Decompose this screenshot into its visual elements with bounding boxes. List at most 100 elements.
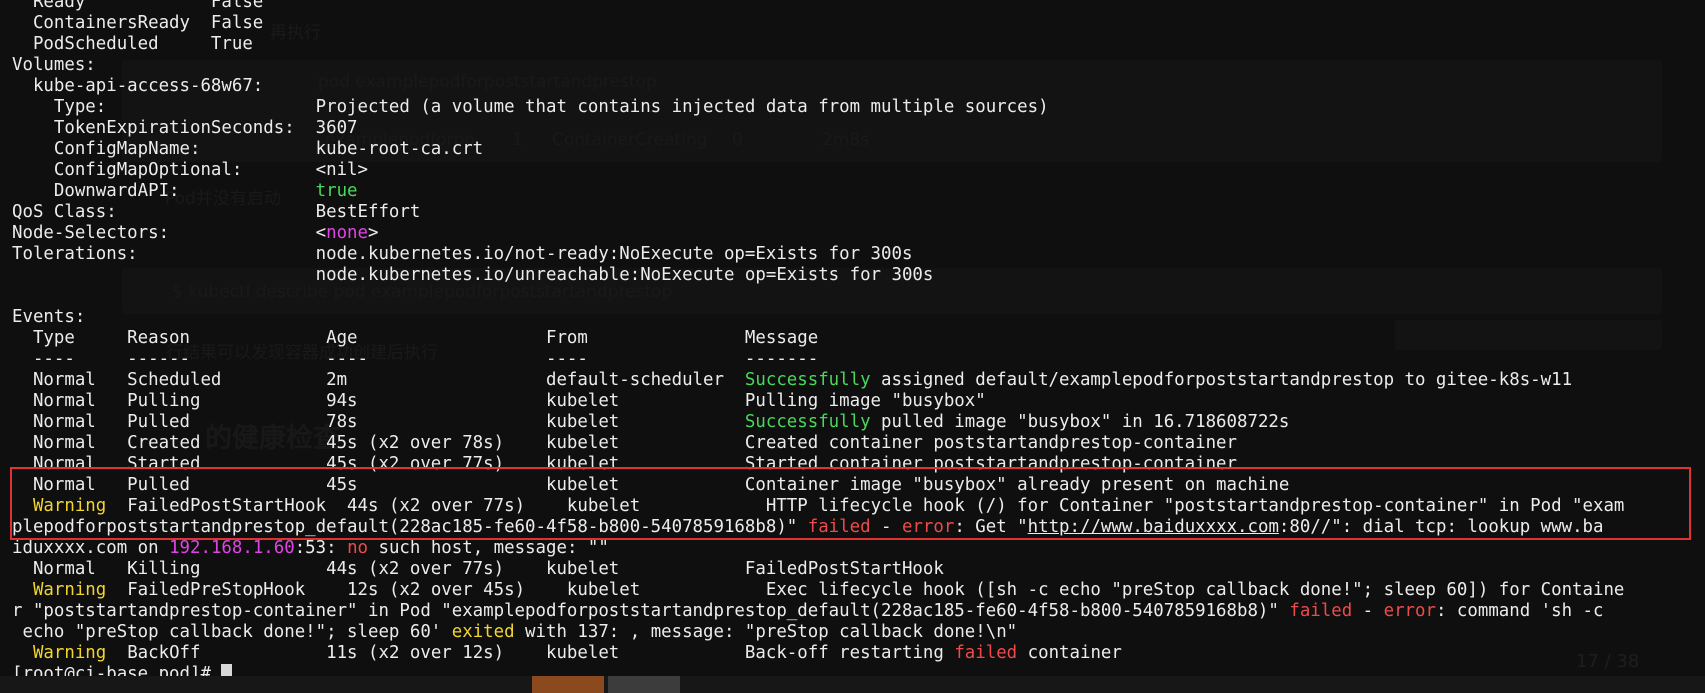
terminal-line: [root@ci-base pod]# bbox=[12, 664, 1624, 676]
terminal-text: Warning bbox=[32, 643, 107, 663]
terminal-text: ConfigMapName: kube-root-ca.crt bbox=[12, 139, 484, 159]
terminal-output: Ready False ContainersReady False PodSch… bbox=[12, 0, 1624, 676]
terminal-text: ContainersReady False bbox=[12, 13, 264, 33]
terminal-text: Type: Projected (a volume that contains … bbox=[12, 97, 1049, 117]
terminal-line: Normal Scheduled 2m default-scheduler Su… bbox=[12, 370, 1624, 391]
terminal-line: r "poststartandprestop-container" in Pod… bbox=[12, 601, 1624, 622]
terminal-text: Normal Pulled 78s kubelet bbox=[12, 412, 745, 432]
terminal-line: echo "preStop callback done!"; sleep 60'… bbox=[12, 622, 1624, 643]
terminal-line: Normal Pulled 45s kubelet Container imag… bbox=[12, 475, 1624, 496]
terminal-line: ContainersReady False bbox=[12, 13, 1624, 34]
terminal-line: node.kubernetes.io/unreachable:NoExecute… bbox=[12, 265, 1624, 286]
terminal-line: Volumes: bbox=[12, 55, 1624, 76]
terminal-text: Successfully bbox=[744, 412, 871, 432]
terminal-line: Ready False bbox=[12, 0, 1624, 13]
terminal-text: with 137: , message: "preStop callback d… bbox=[514, 622, 1018, 642]
terminal-text: : Get " bbox=[954, 517, 1028, 537]
terminal-text: FailedPostStartHook 44s (x2 over 77s) ku… bbox=[106, 496, 1625, 516]
terminal-text: echo "preStop callback done!"; sleep 60' bbox=[12, 622, 452, 642]
terminal-text: > bbox=[368, 223, 379, 243]
terminal-text: such host, message: "" bbox=[368, 538, 609, 558]
terminal-text: failed bbox=[1289, 601, 1353, 621]
terminal-line: ---- ------ ---- ---- ------- bbox=[12, 349, 1624, 370]
terminal-text: 192.168.1.60 bbox=[169, 538, 295, 558]
terminal-line: Type: Projected (a volume that contains … bbox=[12, 97, 1624, 118]
terminal-text: Tolerations: node.kubernetes.io/not-read… bbox=[12, 244, 913, 264]
terminal-line: Normal Created 45s (x2 over 78s) kubelet… bbox=[12, 433, 1624, 454]
terminal-text: PodScheduled True bbox=[12, 34, 253, 54]
terminal-text: Ready False bbox=[12, 0, 264, 12]
terminal-line: DownwardAPI: true bbox=[12, 181, 1624, 202]
taskbar-app-button[interactable] bbox=[532, 676, 604, 693]
terminal-text: Normal Started 45s (x2 over 77s) kubelet… bbox=[12, 454, 1237, 474]
terminal-text: DownwardAPI: bbox=[12, 181, 316, 201]
terminal-line: Warning FailedPreStopHook 12s (x2 over 4… bbox=[12, 580, 1624, 601]
terminal-text: no bbox=[347, 538, 369, 558]
terminal-line: ConfigMapOptional: <nil> bbox=[12, 160, 1624, 181]
terminal-text: BackOff 11s (x2 over 12s) kubelet Back-o… bbox=[106, 643, 955, 663]
terminal-text: : command 'sh -c bbox=[1435, 601, 1604, 621]
terminal-text: Normal Pulling 94s kubelet Pulling image… bbox=[12, 391, 986, 411]
terminal-window[interactable]: Ready False ContainersReady False PodSch… bbox=[0, 0, 1705, 676]
terminal-text: error bbox=[901, 517, 955, 537]
terminal-line: Warning BackOff 11s (x2 over 12s) kubele… bbox=[12, 643, 1624, 664]
taskbar-app-button[interactable] bbox=[608, 676, 680, 693]
terminal-text: kube-api-access-68w67: bbox=[12, 76, 264, 96]
terminal-text: Events: bbox=[12, 307, 86, 327]
terminal-text: QoS Class: BestEffort bbox=[12, 202, 421, 222]
terminal-text: node.kubernetes.io/unreachable:NoExecute… bbox=[12, 265, 934, 285]
terminal-text: failed bbox=[807, 517, 871, 537]
terminal-text: Warning bbox=[32, 496, 107, 516]
terminal-text: exited bbox=[451, 622, 515, 642]
terminal-line: QoS Class: BestEffort bbox=[12, 202, 1624, 223]
terminal-text: Normal Scheduled 2m default-scheduler bbox=[12, 370, 745, 390]
terminal-line: Normal Killing 44s (x2 over 77s) kubelet… bbox=[12, 559, 1624, 580]
terminal-line: Type Reason Age From Message bbox=[12, 328, 1624, 349]
terminal-line: TokenExpirationSeconds: 3607 bbox=[12, 118, 1624, 139]
terminal-line: iduxxxx.com on 192.168.1.60:53: no such … bbox=[12, 538, 1624, 559]
terminal-text: Normal Created 45s (x2 over 78s) kubelet… bbox=[12, 433, 1237, 453]
terminal-text: Successfully bbox=[744, 370, 871, 390]
terminal-line: PodScheduled True bbox=[12, 34, 1624, 55]
terminal-text: Normal Pulled 45s kubelet Container imag… bbox=[12, 475, 1290, 495]
terminal-text: :53: bbox=[294, 538, 348, 558]
taskbar bbox=[0, 676, 1705, 693]
terminal-line: Normal Started 45s (x2 over 77s) kubelet… bbox=[12, 454, 1624, 475]
terminal-text: [root@ci-base pod]# bbox=[12, 664, 222, 676]
terminal-text: true bbox=[315, 181, 358, 201]
terminal-text: r "poststartandprestop-container" in Pod… bbox=[12, 601, 1290, 621]
terminal-line: Tolerations: node.kubernetes.io/not-read… bbox=[12, 244, 1624, 265]
terminal-text: container bbox=[1017, 643, 1122, 663]
terminal-cursor bbox=[221, 664, 233, 676]
terminal-text: - bbox=[870, 517, 902, 537]
terminal-line: Normal Pulled 78s kubelet Successfully p… bbox=[12, 412, 1624, 433]
terminal-line: kube-api-access-68w67: bbox=[12, 76, 1624, 97]
terminal-text: :80//": dial tcp: lookup www.ba bbox=[1278, 517, 1604, 537]
terminal-line: Warning FailedPostStartHook 44s (x2 over… bbox=[12, 496, 1624, 517]
terminal-text: plepodforpoststartandprestop_default(228… bbox=[12, 517, 808, 537]
terminal-line: ConfigMapName: kube-root-ca.crt bbox=[12, 139, 1624, 160]
terminal-line: Normal Pulling 94s kubelet Pulling image… bbox=[12, 391, 1624, 412]
terminal-text: iduxxxx.com on bbox=[12, 538, 170, 558]
terminal-line: plepodforpoststartandprestop_default(228… bbox=[12, 517, 1624, 538]
terminal-text: ConfigMapOptional: <nil> bbox=[12, 160, 368, 180]
terminal-line: Events: bbox=[12, 307, 1624, 328]
terminal-text: Volumes: bbox=[12, 55, 96, 75]
terminal-line: Node-Selectors: <none> bbox=[12, 223, 1624, 244]
terminal-text: assigned default/examplepodforpoststarta… bbox=[870, 370, 1573, 390]
terminal-text: error bbox=[1383, 601, 1436, 621]
terminal-text: none bbox=[326, 223, 368, 243]
terminal-text: failed bbox=[954, 643, 1018, 663]
terminal-link[interactable]: http://www.baiduxxxx.com bbox=[1028, 517, 1279, 537]
terminal-text: FailedPreStopHook 12s (x2 over 45s) kube… bbox=[106, 580, 1625, 600]
terminal-text: Warning bbox=[32, 580, 107, 600]
terminal-text: - bbox=[1352, 601, 1384, 621]
terminal-text: pulled image "busybox" in 16.718608722s bbox=[870, 412, 1290, 432]
terminal-text: TokenExpirationSeconds: 3607 bbox=[12, 118, 358, 138]
terminal-text: Node-Selectors: < bbox=[12, 223, 327, 243]
terminal-text: ---- ------ ---- ---- ------- bbox=[12, 349, 819, 369]
